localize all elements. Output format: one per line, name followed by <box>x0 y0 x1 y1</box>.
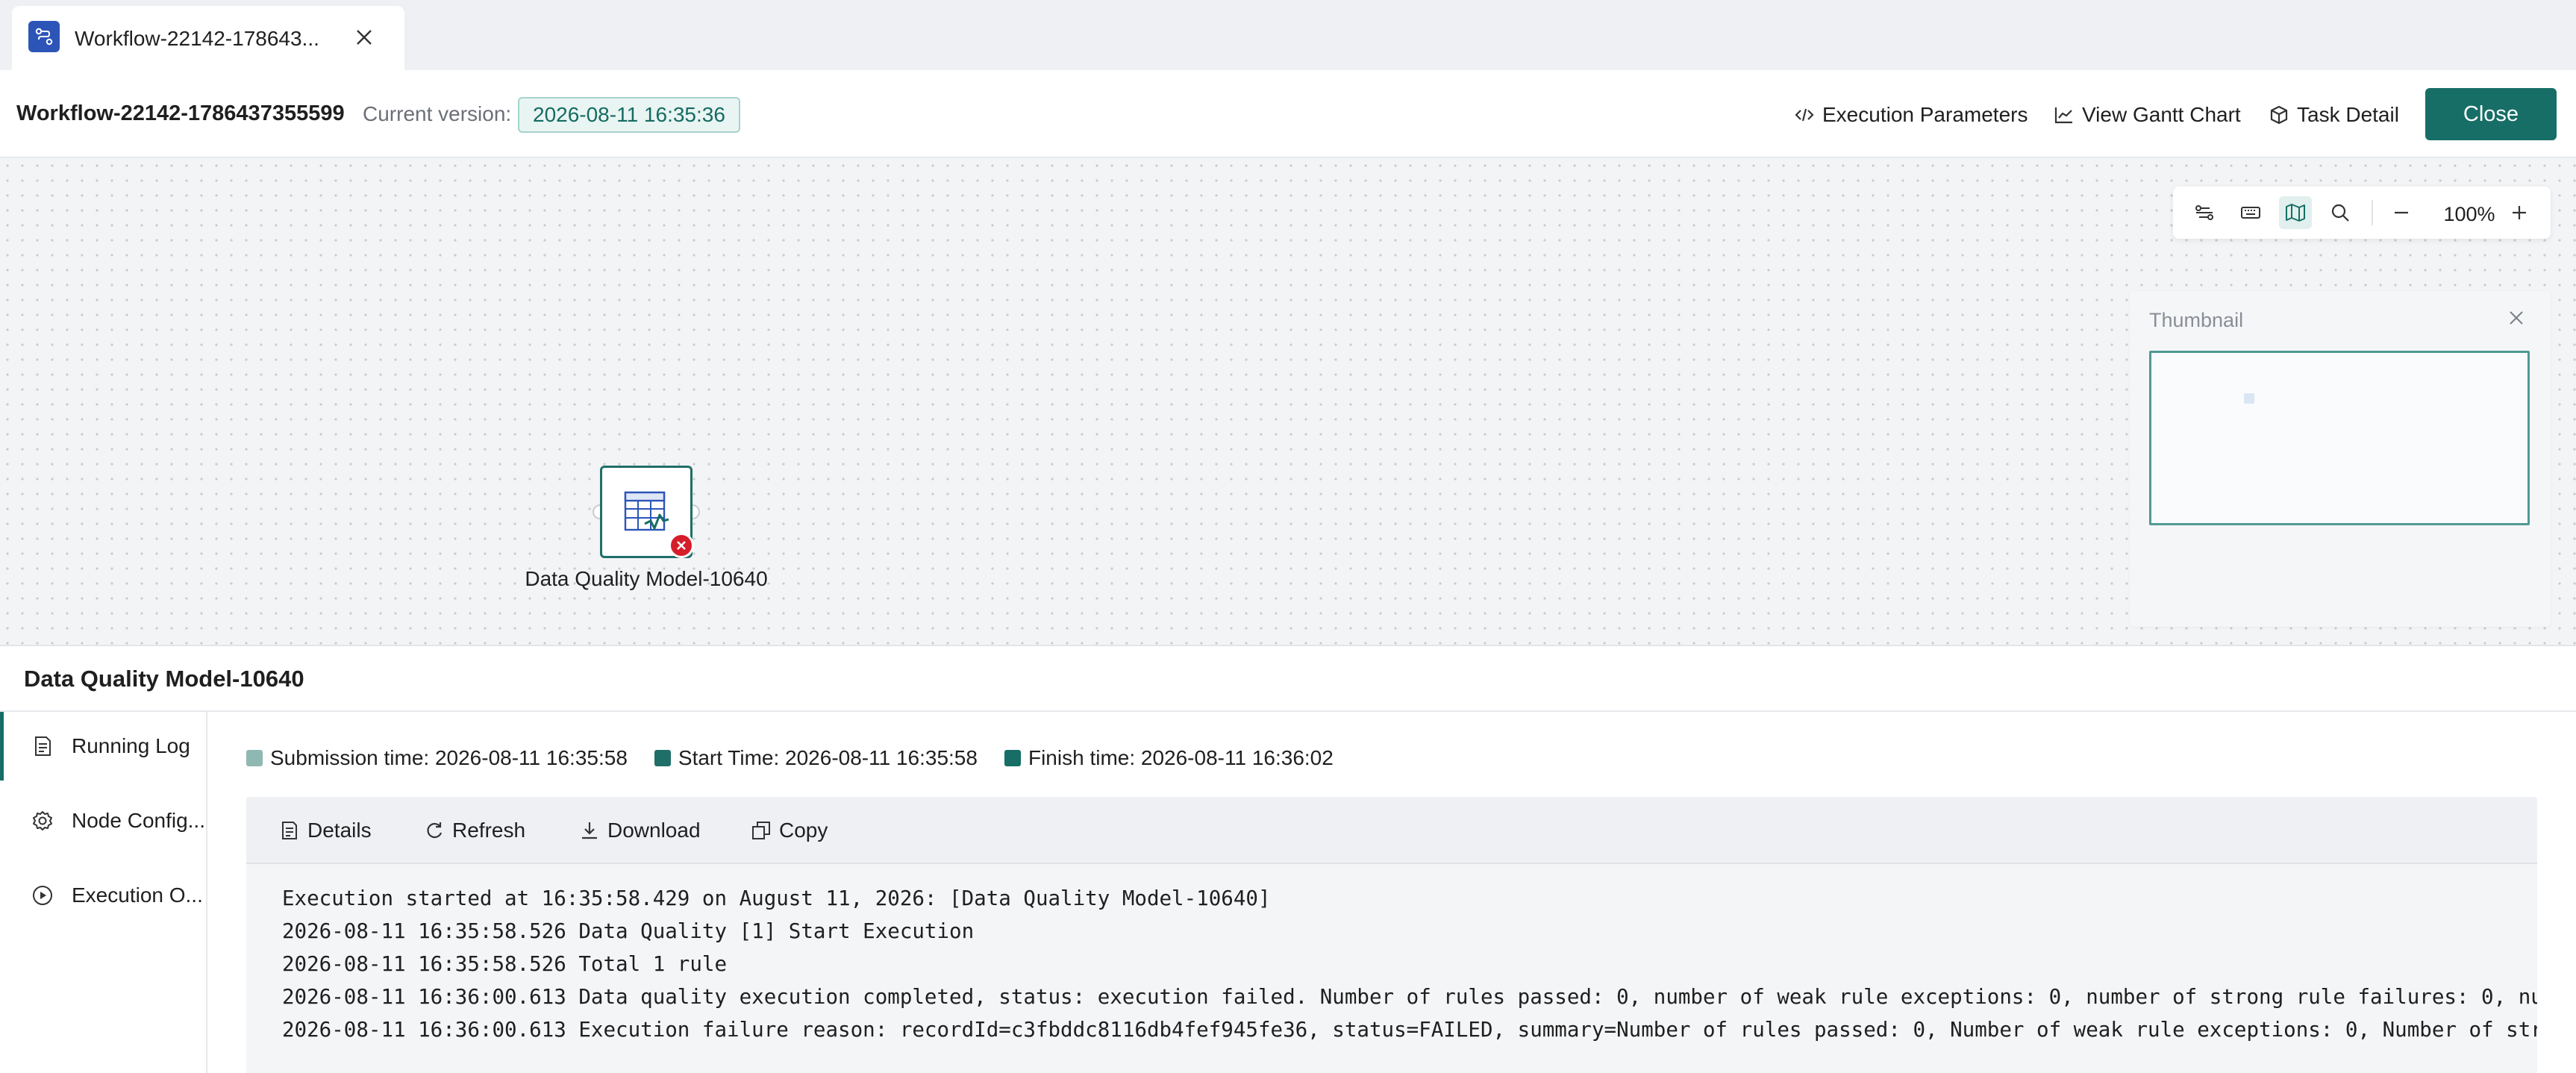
refresh-icon <box>427 822 443 839</box>
gear-icon <box>30 808 55 833</box>
thumbnail-viewport[interactable] <box>2149 351 2530 525</box>
zoom-in-icon[interactable] <box>2503 196 2536 229</box>
log-line: 2026-08-11 16:36:00.613 Execution failur… <box>282 1018 2537 1042</box>
execution-parameters-label: Execution Parameters <box>1822 103 2028 126</box>
thumbnail-title: Thumbnail <box>2149 309 2244 331</box>
tab-strip: Workflow-22142-178643... <box>0 0 2576 70</box>
document-icon <box>30 733 55 759</box>
execution-parameters-button[interactable]: Execution Parameters <box>1794 100 2028 130</box>
thumbnail-panel: Thumbnail <box>2130 291 2551 627</box>
workflow-name: Workflow-22142-1786437355599 <box>16 101 345 125</box>
download-icon <box>582 822 597 839</box>
workflow-tab[interactable]: Workflow-22142-178643... <box>12 6 404 70</box>
nav-running-log[interactable]: Running Log <box>0 712 206 780</box>
thumbnail-close-icon[interactable] <box>2503 304 2530 331</box>
submission-time-text: Submission time: 2026-08-11 16:35:58 <box>270 746 628 769</box>
nav-execution-output[interactable]: Execution O... <box>0 861 206 930</box>
nav-node-config[interactable]: Node Config... <box>0 786 206 855</box>
nav-execution-output-label: Execution O... <box>72 883 203 907</box>
copy-icon <box>752 822 770 839</box>
finish-time: Finish time: 2026-08-11 16:36:02 <box>1004 746 1334 770</box>
code-icon <box>1795 108 1814 122</box>
workflow-header: Workflow-22142-1786437355599 Current ver… <box>0 70 2576 158</box>
layout-icon[interactable] <box>2188 196 2221 229</box>
close-button[interactable]: Close <box>2425 88 2557 140</box>
finish-time-text: Finish time: 2026-08-11 16:36:02 <box>1028 746 1334 769</box>
node-detail-panel: Data Quality Model-10640 Running Log Nod… <box>0 645 2576 1073</box>
error-status-icon <box>669 533 694 558</box>
execution-timeline: Submission time: 2026-08-11 16:35:58 Sta… <box>246 743 1360 773</box>
log-refresh-button[interactable]: Refresh <box>424 815 525 846</box>
version-badge[interactable]: 2026-08-11 16:35:36 <box>518 97 740 133</box>
panel-side-nav: Running Log Node Config... Execution O..… <box>0 712 207 1073</box>
start-legend-dot <box>654 750 671 766</box>
log-details-label: Details <box>307 819 372 842</box>
log-line: 2026-08-11 16:35:58.526 Data Quality [1]… <box>282 919 975 943</box>
toolbar-divider <box>2372 200 2373 225</box>
start-time: Start Time: 2026-08-11 16:35:58 <box>654 746 978 770</box>
zoom-out-icon[interactable] <box>2385 196 2418 229</box>
task-detail-button[interactable]: Task Detail <box>2269 100 2399 130</box>
log-content[interactable]: Execution started at 16:35:58.429 on Aug… <box>282 882 2537 1046</box>
running-log-box: Details Refresh Download Copy Execution … <box>246 797 2537 1073</box>
view-gantt-chart-button[interactable]: View Gantt Chart <box>2054 100 2241 130</box>
canvas-toolbar: 100% <box>2173 187 2551 239</box>
nav-node-config-label: Node Config... <box>72 809 205 832</box>
start-time-text: Start Time: 2026-08-11 16:35:58 <box>678 746 978 769</box>
tab-title: Workflow-22142-178643... <box>75 27 319 50</box>
zoom-level: 100% <box>2443 203 2495 225</box>
log-download-label: Download <box>607 819 701 842</box>
panel-divider <box>0 710 2576 712</box>
log-line: 2026-08-11 16:35:58.526 Total 1 rule <box>282 952 728 976</box>
log-copy-label: Copy <box>779 819 828 842</box>
details-icon <box>282 822 297 839</box>
log-line: Execution started at 16:35:58.429 on Aug… <box>282 886 1271 910</box>
panel-title: Data Quality Model-10640 <box>24 666 304 692</box>
submission-time: Submission time: 2026-08-11 16:35:58 <box>246 746 628 770</box>
log-details-button[interactable]: Details <box>279 815 372 846</box>
task-detail-label: Task Detail <box>2297 103 2399 126</box>
log-toolbar: Details Refresh Download Copy <box>246 797 2537 864</box>
log-download-button[interactable]: Download <box>579 815 701 846</box>
log-copy-button[interactable]: Copy <box>751 815 828 846</box>
finish-legend-dot <box>1004 750 1021 766</box>
keyboard-icon[interactable] <box>2234 196 2267 229</box>
node-label: Data Quality Model-10640 <box>525 567 768 590</box>
submission-legend-dot <box>246 750 263 766</box>
play-circle-icon <box>30 883 55 908</box>
tab-close-icon[interactable] <box>349 22 379 52</box>
current-version-label: Current version: <box>363 102 512 125</box>
gantt-chart-icon <box>2054 107 2072 124</box>
data-quality-icon <box>624 491 669 531</box>
thumbnail-node <box>2244 393 2254 404</box>
workflow-icon <box>28 21 60 52</box>
cube-icon <box>2270 105 2288 125</box>
map-icon[interactable] <box>2279 196 2312 229</box>
view-gantt-chart-label: View Gantt Chart <box>2082 103 2241 126</box>
log-line: 2026-08-11 16:36:00.613 Data quality exe… <box>282 985 2537 1009</box>
workflow-canvas[interactable]: 100% Thumbnail Data Quality Model-10640 <box>0 158 2576 645</box>
log-refresh-label: Refresh <box>452 819 526 842</box>
search-icon[interactable] <box>2324 196 2357 229</box>
nav-running-log-label: Running Log <box>72 734 190 757</box>
